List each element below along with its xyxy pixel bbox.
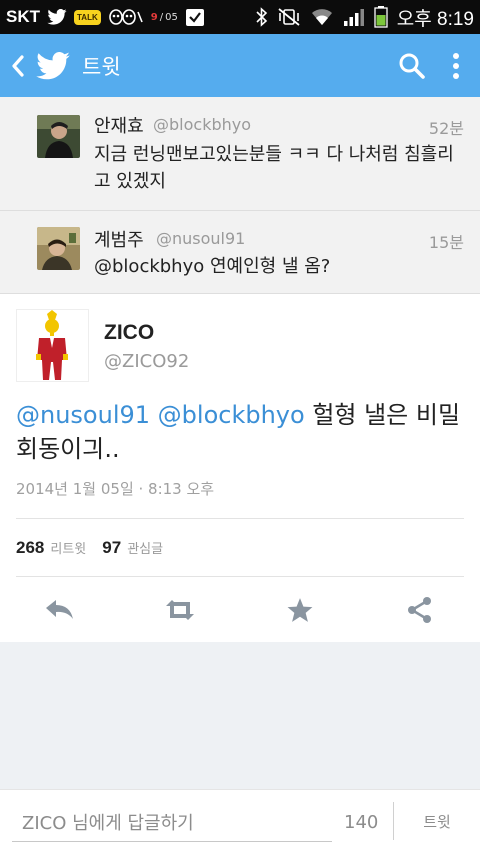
wifi-icon [310,7,334,27]
star-icon [287,598,313,622]
tweet-text: @nusoul91 @blockbhyo 헐형 낼은 비밀회동이긔.. [16,398,466,466]
avatar[interactable] [37,115,80,158]
more-vert-icon [453,52,459,79]
reply-tweet[interactable]: 계범주 @nusoul91 15분 @blockbhyo 연예인형 낼 옴? [0,211,480,294]
divider [16,518,464,519]
send-tweet-button[interactable]: 트윗 [400,802,474,840]
twitter-notification-icon [47,9,67,25]
favorite-count[interactable]: 97 [102,538,121,558]
author-handle: @ZICO92 [104,351,190,372]
bluetooth-icon [256,7,268,27]
tweet-text: @blockbhyo 연예인형 낼 옴? [94,256,331,277]
tweet-stats: 268 리트윗 97 관심글 [16,538,173,558]
twitter-bird-icon [36,51,70,79]
reply-button[interactable] [40,590,80,630]
game-notification-icon [108,8,144,26]
signal-icon [343,7,365,27]
retweet-count-label: 리트윗 [50,542,87,557]
character-count: 140 [344,812,379,833]
chevron-left-icon [12,54,24,77]
search-button[interactable] [388,34,436,97]
favorite-button[interactable] [280,590,320,630]
avatar[interactable] [16,309,89,382]
retweet-icon [166,600,194,620]
reply-tweet[interactable]: 안재효 @blockbhyo 52분 지금 런닝맨보고있는분들 ㅋㅋ 다 나처럼… [0,97,480,211]
reply-input[interactable] [12,806,332,842]
author-name: 안재효 [94,116,144,137]
tweet-text: 지금 런닝맨보고있는분들 ㅋㅋ 다 나처럼 침흘리고 있겠지 [94,144,454,192]
back-button[interactable] [4,34,32,97]
action-bar: 트윗 [0,34,480,97]
reply-composer: 140 트윗 [0,789,480,853]
share-icon [408,597,431,623]
tweet-actions [0,590,480,630]
retweet-count[interactable]: 268 [16,538,44,558]
calendar-notification-icon: 9/05 [150,11,178,23]
kakaotalk-notification-icon: TALK [74,9,101,25]
divider [393,802,394,840]
status-bar: SKT TALK 9/05 오후 8:19 [0,0,480,34]
divider [16,576,464,577]
carrier-label: SKT [6,7,40,26]
tweet-time: 15분 [428,233,464,252]
avatar[interactable] [37,227,80,270]
share-button[interactable] [400,590,440,630]
overflow-menu-button[interactable] [436,34,476,97]
author-name: 계범주 [94,230,144,251]
tweet-time: 52분 [428,119,464,138]
twitter-logo[interactable] [36,51,70,80]
retweet-button[interactable] [160,590,200,630]
clock: 오후 8:19 [396,8,474,30]
main-tweet: ZICO @ZICO92 @nusoul91 @blockbhyo 헐형 낼은 … [0,294,480,642]
vibrate-mute-icon [277,7,301,27]
notification-date: 05 [165,11,178,23]
author-name: ZICO [104,321,155,344]
tweet-timestamp: 2014년 1월 05일 · 8:13 오후 [16,480,215,498]
favorite-count-label: 관심글 [127,542,164,557]
reply-icon [46,600,73,619]
author-handle: @nusoul91 [156,229,246,248]
search-icon [399,53,425,79]
page-title: 트윗 [82,54,121,79]
clipboard-check-icon [185,7,205,27]
battery-icon [374,6,388,28]
mention-link[interactable]: @nusoul91 [16,401,150,429]
author-handle: @blockbhyo [153,115,252,134]
mention-link[interactable]: @blockbhyo [158,401,305,429]
